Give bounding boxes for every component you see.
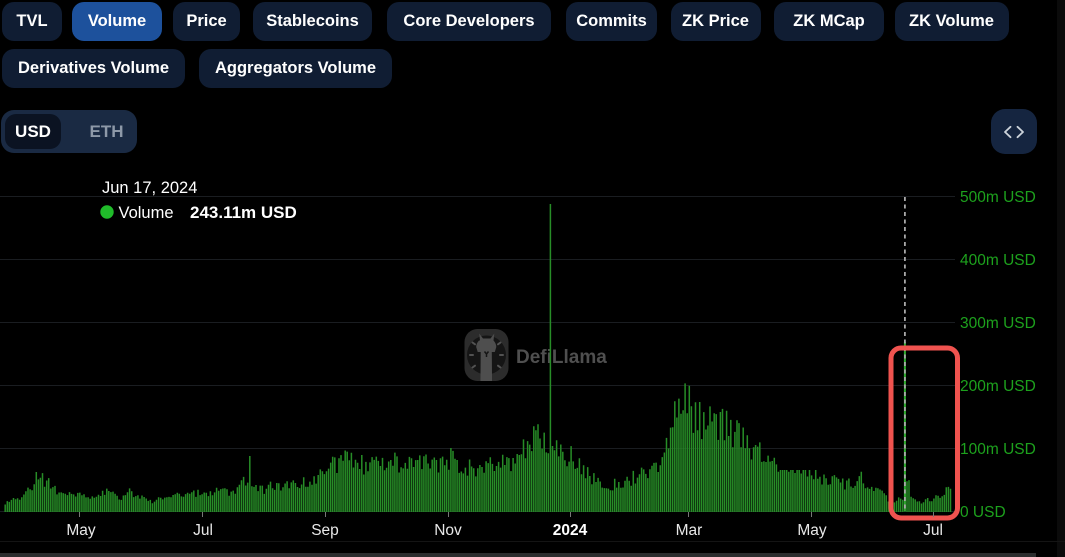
svg-text:Volume: Volume xyxy=(119,204,174,222)
svg-text:Jul: Jul xyxy=(923,522,943,539)
svg-text:DefiLlama: DefiLlama xyxy=(516,347,607,368)
svg-text:2024: 2024 xyxy=(553,522,588,539)
svg-text:Jun 17, 2024: Jun 17, 2024 xyxy=(102,179,197,197)
svg-text:400m USD: 400m USD xyxy=(960,252,1036,269)
svg-text:May: May xyxy=(66,522,96,539)
svg-text:Sep: Sep xyxy=(311,522,339,539)
svg-text:243.11m USD: 243.11m USD xyxy=(190,203,297,222)
svg-text:Mar: Mar xyxy=(676,522,703,539)
svg-text:300m USD: 300m USD xyxy=(960,315,1036,332)
svg-text:200m USD: 200m USD xyxy=(960,378,1036,395)
svg-text:500m USD: 500m USD xyxy=(960,189,1036,206)
svg-text:Nov: Nov xyxy=(434,522,462,539)
svg-text:Jul: Jul xyxy=(193,522,213,539)
svg-text:0 USD: 0 USD xyxy=(960,504,1006,521)
svg-text:May: May xyxy=(797,522,827,539)
svg-text:100m USD: 100m USD xyxy=(960,441,1036,458)
